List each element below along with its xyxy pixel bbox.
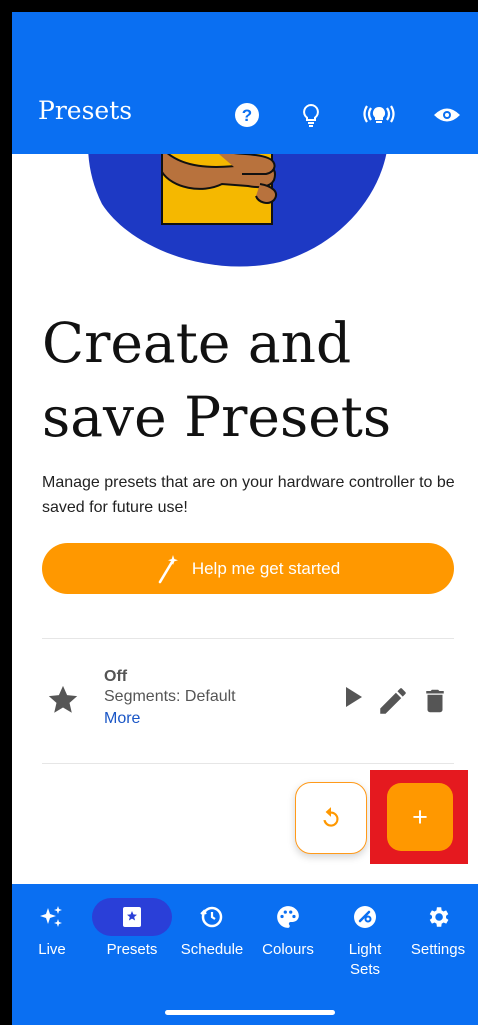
tab-presets[interactable]: Presets	[92, 898, 172, 960]
divider	[42, 763, 454, 764]
gear-icon	[429, 907, 449, 927]
refresh-icon	[323, 807, 339, 827]
hero-description: Manage presets that are on your hardware…	[42, 474, 455, 516]
app-screen: Presets ? Create and save Presets Manage…	[12, 12, 478, 1025]
preset-name: Off	[104, 668, 128, 685]
tab-light-sets[interactable]: Light Sets	[325, 898, 405, 980]
preset-list-item[interactable]: Off Segments: Default More	[42, 666, 454, 736]
tab-settings[interactable]: Settings	[398, 898, 478, 960]
tab-label: Settings	[410, 941, 466, 958]
home-indicator	[165, 1010, 335, 1015]
tab-label: Presets	[106, 941, 158, 958]
magic-wand-icon	[158, 554, 178, 583]
schedule-clock-icon	[200, 906, 223, 928]
tab-icon-container	[172, 898, 252, 936]
hero-illustration	[12, 154, 478, 274]
palette-icon	[277, 906, 299, 928]
play-icon[interactable]	[344, 684, 364, 710]
eye-icon[interactable]	[430, 100, 464, 130]
tab-icon-container	[12, 898, 92, 936]
tab-icon-container	[398, 898, 478, 936]
tab-label-line: Sets	[349, 961, 380, 978]
tab-icon-container	[248, 898, 328, 936]
more-link[interactable]: More	[104, 710, 140, 728]
tab-label: Colours	[262, 941, 314, 958]
app-bar: Presets ?	[12, 12, 478, 154]
help-me-get-started-button[interactable]: Help me get started	[42, 543, 454, 594]
svg-text:?: ?	[242, 106, 252, 125]
bulb-icon[interactable]	[294, 100, 328, 130]
light-broadcast-icon[interactable]	[362, 100, 396, 130]
hero-title-line: save Presets	[42, 385, 392, 449]
cta-label: Help me get started	[191, 558, 341, 578]
preset-segments: Segments: Default	[104, 688, 236, 705]
bottom-tab-bar: Live Presets Schedule Colours Light Sets…	[12, 884, 478, 1025]
add-preset-button[interactable]: +	[387, 783, 453, 851]
help-icon[interactable]: ?	[230, 100, 264, 130]
edit-icon[interactable]	[376, 684, 410, 718]
star-icon[interactable]	[44, 683, 82, 717]
delete-icon[interactable]	[420, 684, 450, 718]
sparkles-icon	[40, 906, 62, 927]
tab-schedule[interactable]: Schedule	[172, 898, 252, 960]
light-sets-icon	[354, 906, 376, 928]
tab-label-line: Light	[348, 941, 382, 958]
refresh-button[interactable]	[295, 782, 367, 854]
tab-icon-container	[92, 898, 172, 936]
divider	[42, 638, 454, 639]
tab-label: Schedule	[180, 941, 244, 958]
tab-icon-container	[325, 898, 405, 936]
tab-live[interactable]: Live	[12, 898, 92, 960]
bookmark-star-icon	[123, 907, 141, 927]
tab-label: Light Sets	[349, 940, 382, 980]
tab-colours[interactable]: Colours	[248, 898, 328, 960]
hero-title: Create and save Presets	[42, 306, 462, 454]
tab-label: Live	[38, 941, 66, 958]
page-title: Presets	[38, 96, 133, 125]
hero-title-line: Create and	[42, 311, 352, 375]
